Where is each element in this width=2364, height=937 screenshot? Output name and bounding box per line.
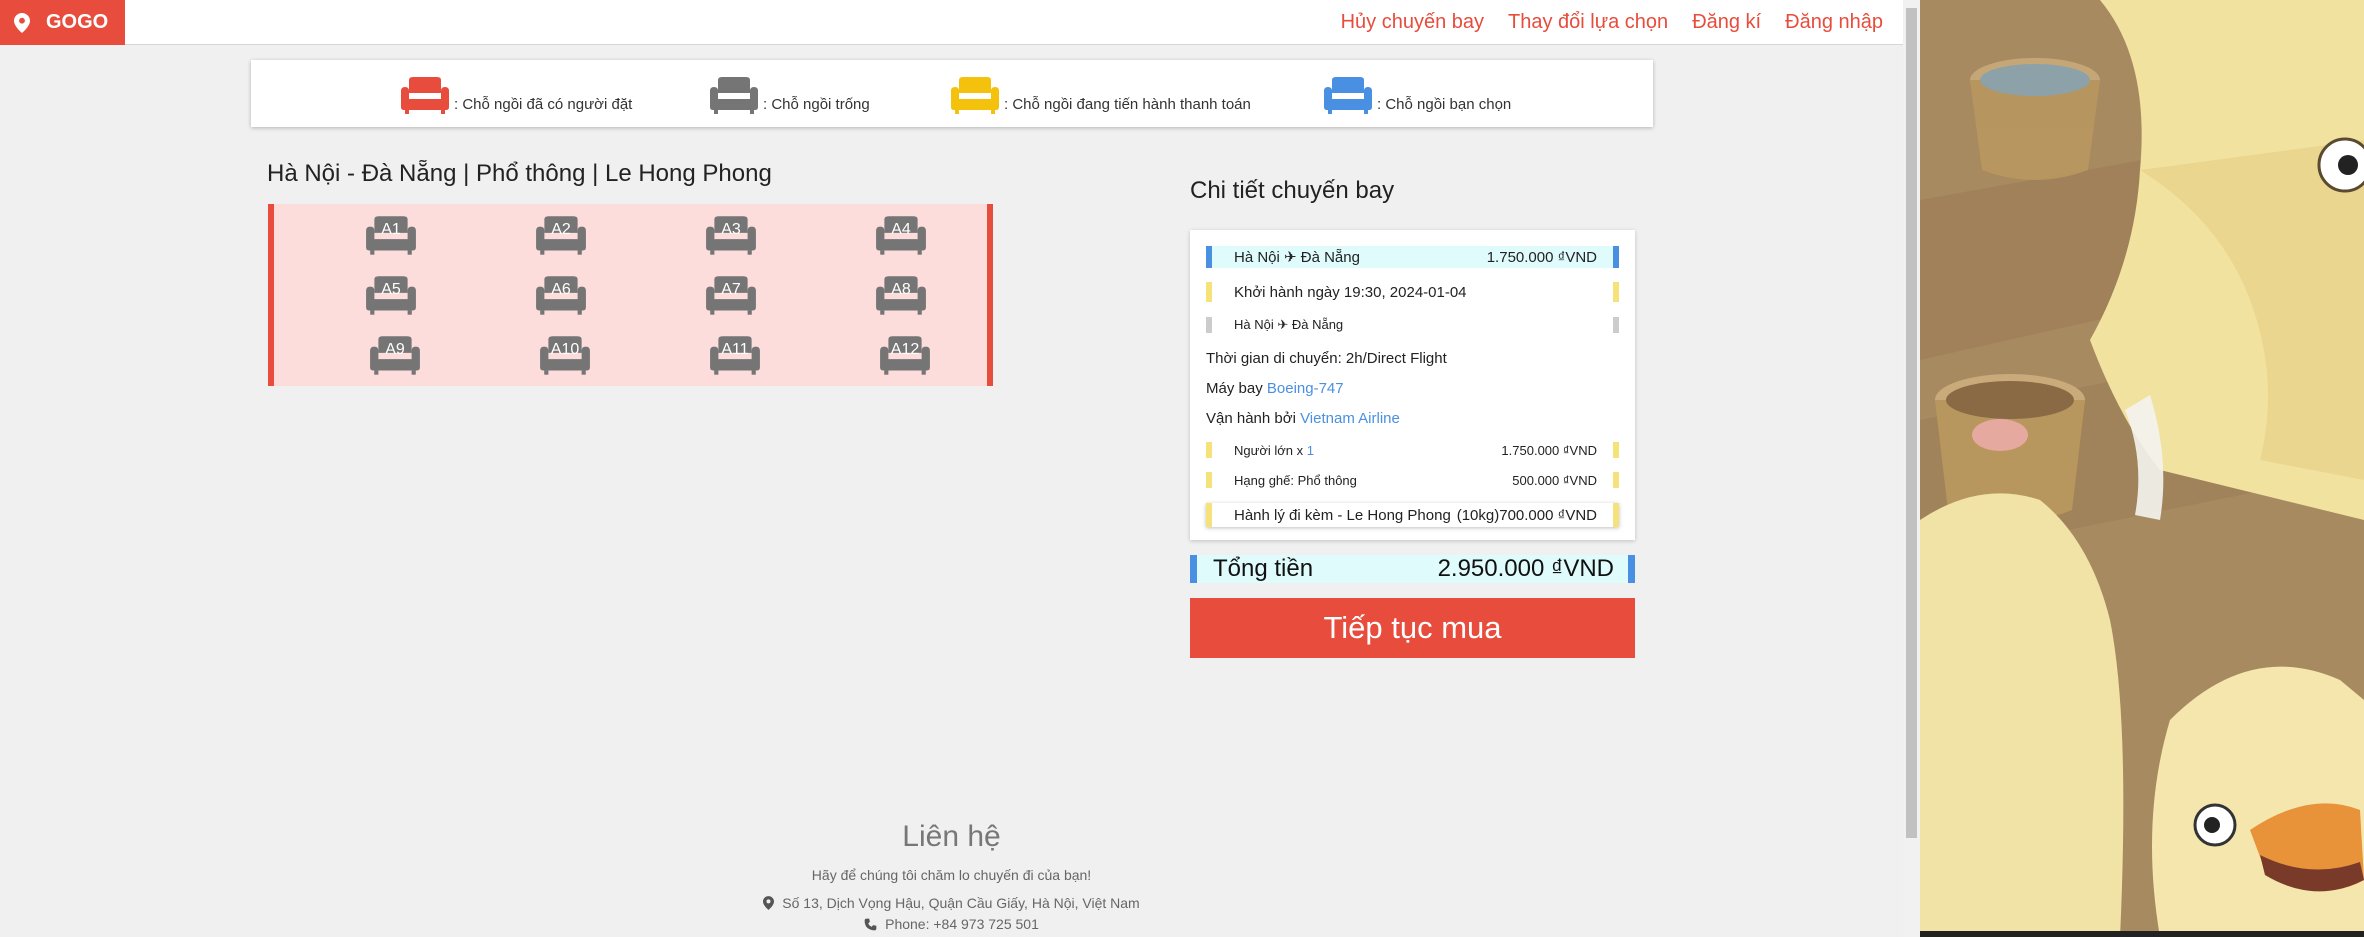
scrollbar-thumb[interactable]: [1906, 8, 1917, 838]
seat-pending-icon: [951, 77, 999, 114]
route-small-row: Hà Nội ✈ Đà Nẵng: [1206, 317, 1619, 333]
seat-a4[interactable]: A4: [874, 216, 928, 256]
location-pin-icon: [14, 12, 30, 33]
footer-phone: Phone: +84 973 725 501: [0, 916, 1903, 932]
footer-address: Số 13, Dịch Vọng Hậu, Quận Cầu Giấy, Hà …: [0, 895, 1903, 911]
operator-label: Vận hành bởi: [1206, 410, 1296, 427]
seat-a12[interactable]: A12: [878, 336, 932, 376]
class-row: Hạng ghế: Phổ thông 500.000 ₫VND: [1206, 472, 1619, 488]
legend-selected: : Chỗ ngồi bạn chọn: [1322, 77, 1511, 115]
route-text: Hà Nội ✈ Đà Nẵng: [1234, 249, 1360, 266]
seat-empty-icon: [710, 77, 758, 114]
seat-map: A1 A2 A3 A4 A5 A6 A7 A8 A9 A10 A11 A12: [268, 204, 993, 386]
total-label: Tổng tiền: [1213, 555, 1314, 582]
seat-booked-icon: [401, 77, 449, 114]
flight-detail-card: Hà Nội ✈ Đà Nẵng 1.750.000 ₫VND Khởi hàn…: [1190, 230, 1635, 540]
continue-buy-button[interactable]: Tiếp tục mua: [1190, 598, 1635, 658]
total-row: Tổng tiền 2.950.000 ₫VND: [1190, 555, 1635, 583]
route-small-text: Hà Nội ✈ Đà Nẵng: [1234, 317, 1344, 332]
baggage-row: Hành lý đi kèm - Le Hong Phong (10kg)700…: [1206, 503, 1619, 527]
departure-text: Khởi hành ngày 19:30, 2024-01-04: [1234, 283, 1467, 301]
footer-phone-text: Phone: +84 973 725 501: [885, 916, 1039, 932]
legend-empty: : Chỗ ngồi trống: [708, 77, 870, 115]
phone-icon: [864, 918, 877, 930]
baggage-price: (10kg)700.000 ₫VND: [1456, 506, 1597, 524]
operator-link[interactable]: Vietnam Airline: [1300, 410, 1400, 427]
route-row: Hà Nội ✈ Đà Nẵng 1.750.000 ₫VND: [1206, 246, 1619, 268]
total-value: 2.950.000 ₫VND: [1437, 555, 1614, 582]
aircraft-label: Máy bay: [1206, 380, 1263, 397]
baggage-text: Hành lý đi kèm - Le Hong Phong: [1234, 506, 1451, 524]
seat-label: A12: [890, 341, 920, 358]
footer-title: Liên hệ: [902, 820, 1001, 853]
seat-label: A2: [551, 221, 571, 238]
legend-empty-label: : Chỗ ngồi trống: [763, 96, 870, 113]
departure-row: Khởi hành ngày 19:30, 2024-01-04: [1206, 282, 1619, 302]
adults-label: Người lớn x: [1234, 442, 1304, 458]
adults-text: Người lớn x 1: [1234, 443, 1314, 458]
aircraft-line: Máy bay Boeing-747: [1206, 380, 1344, 397]
class-price: 500.000 ₫VND: [1512, 472, 1597, 488]
seat-label: A6: [551, 281, 571, 298]
seat-label: A11: [721, 341, 749, 358]
operator-line: Vận hành bởi Vietnam Airline: [1206, 410, 1400, 427]
desktop-wallpaper-image: [1920, 0, 2364, 937]
adults-price: 1.750.000 ₫VND: [1501, 442, 1597, 458]
seat-label: A9: [385, 341, 405, 358]
footer-subtitle: Hãy để chúng tôi chăm lo chuyến đi của b…: [811, 867, 1092, 883]
seat-selected-icon: [1324, 77, 1372, 114]
seat-a11[interactable]: A11: [708, 336, 762, 376]
location-pin-icon: [763, 896, 775, 910]
nav-register[interactable]: Đăng kí: [1692, 11, 1761, 34]
legend-booked: : Chỗ ngồi đã có người đặt: [399, 77, 632, 115]
legend-selected-label: : Chỗ ngồi bạn chọn: [1377, 96, 1512, 113]
legend-booked-label: : Chỗ ngồi đã có người đặt: [454, 96, 633, 113]
seat-a7[interactable]: A7: [704, 276, 758, 316]
route-price: 1.750.000 ₫VND: [1486, 248, 1597, 266]
seat-a8[interactable]: A8: [874, 276, 928, 316]
nav-change-selection[interactable]: Thay đổi lựa chọn: [1508, 11, 1668, 34]
vertical-scrollbar[interactable]: [1903, 0, 1920, 937]
adults-row: Người lớn x 1 1.750.000 ₫VND: [1206, 442, 1619, 458]
class-text: Hạng ghế: Phổ thông: [1234, 472, 1357, 488]
legend-pending: : Chỗ ngồi đang tiến hành thanh toán: [949, 77, 1251, 115]
wooden-bucket: [1970, 58, 2100, 180]
brand-name: GOGO: [46, 11, 109, 33]
seat-a10[interactable]: A10: [538, 336, 592, 376]
seat-a9[interactable]: A9: [368, 336, 422, 376]
seat-a2[interactable]: A2: [534, 216, 588, 256]
route-title: Hà Nội - Đà Nẵng | Phổ thông | Le Hong P…: [267, 160, 772, 187]
app-viewport: GOGO Hủy chuyến bay Thay đổi lựa chọn Đă…: [0, 0, 1903, 937]
aircraft-link[interactable]: Boeing-747: [1267, 380, 1344, 397]
seat-label: A4: [891, 221, 911, 238]
seat-label: A3: [721, 221, 741, 238]
wallpaper-illustration: [1920, 0, 2364, 937]
footer-address-text: Số 13, Dịch Vọng Hậu, Quận Cầu Giấy, Hà …: [782, 895, 1140, 911]
seat-a6[interactable]: A6: [534, 276, 588, 316]
nav-cancel-flight[interactable]: Hủy chuyến bay: [1341, 11, 1484, 34]
seat-a3[interactable]: A3: [704, 216, 758, 256]
seat-a5[interactable]: A5: [364, 276, 418, 316]
seat-label: A7: [721, 281, 741, 298]
brand-logo[interactable]: GOGO: [0, 0, 125, 45]
flight-detail-title: Chi tiết chuyến bay: [1190, 177, 1395, 204]
duration-text: Thời gian di chuyển: 2h/Direct Flight: [1206, 350, 1447, 367]
seat-label: A1: [381, 221, 401, 238]
seat-label: A5: [381, 281, 401, 298]
nav-login[interactable]: Đăng nhập: [1785, 11, 1883, 34]
seat-legend: : Chỗ ngồi đã có người đặt : Chỗ ngồi tr…: [251, 60, 1653, 127]
top-navbar: GOGO Hủy chuyến bay Thay đổi lựa chọn Đă…: [0, 0, 1903, 45]
adults-count: 1: [1306, 442, 1314, 458]
nav-links: Hủy chuyến bay Thay đổi lựa chọn Đăng kí…: [1341, 0, 1903, 45]
seat-label: A8: [891, 281, 911, 298]
legend-pending-label: : Chỗ ngồi đang tiến hành thanh toán: [1004, 96, 1251, 113]
seat-label: A10: [550, 341, 580, 358]
seat-a1[interactable]: A1: [364, 216, 418, 256]
